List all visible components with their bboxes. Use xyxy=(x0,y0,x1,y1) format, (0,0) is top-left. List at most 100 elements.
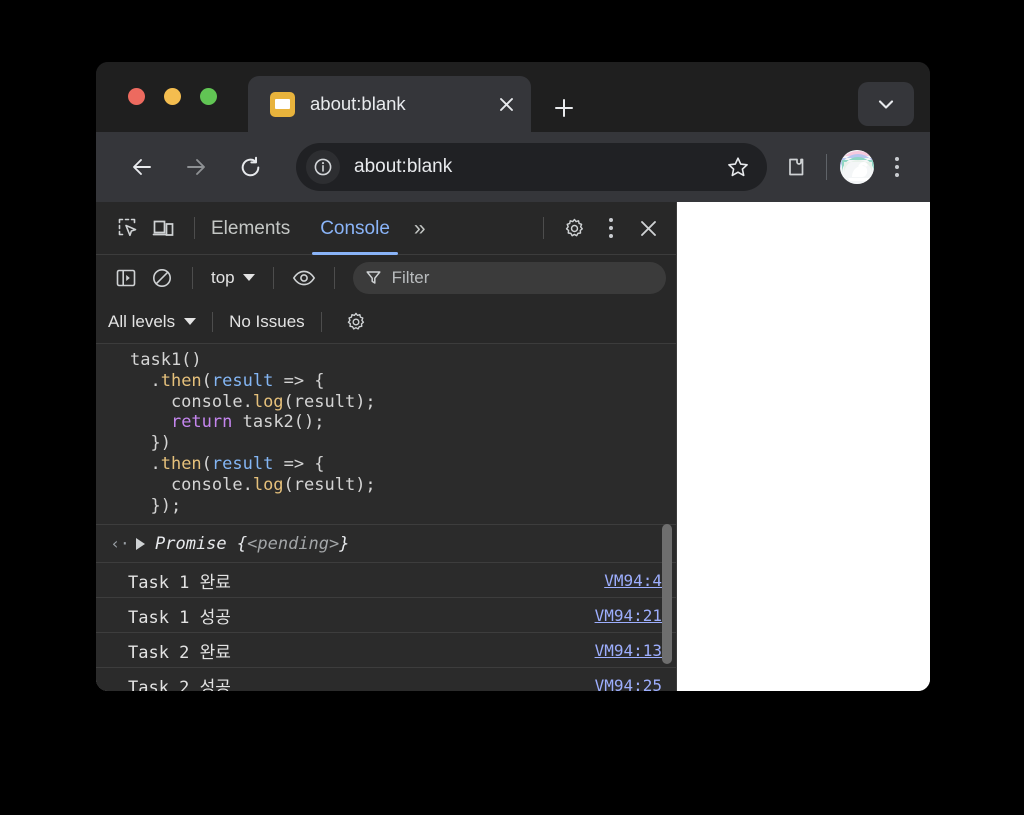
code-line: console.log(result); xyxy=(130,392,676,413)
console-result-row[interactable]: ‹· Promise {<pending>} xyxy=(96,524,676,562)
code-token: result xyxy=(211,370,274,391)
console-input-echo: task1() .then(result => { console.log(re… xyxy=(96,344,676,524)
tab-title: about:blank xyxy=(310,93,406,114)
console-toolbar: top Filter xyxy=(96,255,676,300)
console-filter-input[interactable]: Filter xyxy=(352,261,666,294)
result-state: <pending> xyxy=(247,533,340,554)
clear-console-icon xyxy=(153,268,171,287)
execution-context-label: top xyxy=(211,267,235,287)
devtools-panel: Elements Console » top Filter All levels… xyxy=(96,202,677,691)
site-info-button[interactable] xyxy=(306,150,340,184)
console-scroll-area: task1() .then(result => { console.log(re… xyxy=(96,344,676,691)
console-log-row[interactable]: Task 2 완료 VM94:13 xyxy=(96,632,676,667)
code-line: }); xyxy=(130,496,676,517)
code-token: => { xyxy=(273,453,325,474)
code-token: => { xyxy=(273,370,325,391)
console-log-row[interactable]: Task 1 성공 VM94:21 xyxy=(96,597,676,632)
new-tab-button[interactable] xyxy=(546,90,582,126)
close-icon xyxy=(640,220,656,236)
close-tab-button[interactable] xyxy=(489,87,523,121)
back-button[interactable] xyxy=(120,145,164,189)
console-toolbar-divider xyxy=(272,266,274,289)
console-settings-button[interactable] xyxy=(338,304,374,340)
expand-triangle-icon[interactable] xyxy=(136,537,145,550)
address-bar[interactable]: about:blank xyxy=(296,143,767,191)
inspect-element-icon xyxy=(118,218,137,237)
device-toolbar-icon xyxy=(152,220,174,236)
tab-strip: about:blank xyxy=(96,62,930,132)
level-bar-divider xyxy=(320,311,322,332)
devtools-overflow-button[interactable]: » xyxy=(414,218,426,239)
code-token: }); xyxy=(130,495,182,516)
log-source-link[interactable]: VM94:25 xyxy=(595,676,662,691)
devtools-settings-button[interactable] xyxy=(556,210,592,246)
kebab-dot xyxy=(895,157,899,161)
browser-tab[interactable]: about:blank xyxy=(248,76,531,132)
console-sidebar-button[interactable] xyxy=(108,260,144,296)
log-message: Task 1 완료 xyxy=(128,572,231,593)
console-toolbar-divider xyxy=(192,266,193,289)
code-token: ( xyxy=(201,370,212,391)
profile-avatar[interactable] xyxy=(840,150,874,184)
close-window-button[interactable] xyxy=(128,88,145,105)
return-value-arrow-icon: ‹· xyxy=(110,534,130,554)
code-token: . xyxy=(130,453,161,474)
log-source-link[interactable]: VM94:21 xyxy=(595,606,662,625)
console-output[interactable]: task1() .then(result => { console.log(re… xyxy=(96,344,676,691)
console-toolbar-divider xyxy=(333,266,335,289)
address-bar-text: about:blank xyxy=(354,156,453,177)
back-arrow-icon xyxy=(133,159,151,175)
filter-placeholder-text: Filter xyxy=(391,267,430,287)
page-viewport[interactable] xyxy=(677,202,930,691)
kebab-dot xyxy=(895,165,899,169)
log-level-selector[interactable]: All levels xyxy=(108,312,197,332)
level-bar-divider xyxy=(212,311,214,332)
plus-icon xyxy=(555,99,573,117)
console-log-list: Task 1 완료 VM94:4 Task 1 성공 VM94:21 Task 2 완료… xyxy=(96,562,676,691)
window-controls xyxy=(128,88,217,105)
reload-button[interactable] xyxy=(228,145,272,189)
bookmark-button[interactable] xyxy=(723,152,753,182)
page-favicon-icon xyxy=(270,91,295,117)
console-log-row[interactable]: Task 1 완료 VM94:4 xyxy=(96,562,676,597)
browser-menu-button[interactable] xyxy=(878,146,916,188)
filter-funnel-icon xyxy=(366,271,381,284)
execution-context-selector[interactable]: top xyxy=(205,268,261,288)
close-devtools-button[interactable] xyxy=(630,210,666,246)
extensions-button[interactable] xyxy=(775,146,817,188)
kebab-dot xyxy=(609,218,613,222)
forward-arrow-icon xyxy=(187,159,205,175)
code-token: (result); xyxy=(283,474,376,495)
code-token: console. xyxy=(130,391,253,412)
result-value: Promise {<pending>} xyxy=(155,534,350,554)
maximize-window-button[interactable] xyxy=(200,88,217,105)
minimize-window-button[interactable] xyxy=(164,88,181,105)
tab-elements[interactable]: Elements xyxy=(207,202,294,255)
console-scrollbar[interactable] xyxy=(661,344,673,691)
log-source-link[interactable]: VM94:4 xyxy=(604,571,662,590)
code-token: return xyxy=(170,412,233,433)
live-expression-eye-icon xyxy=(292,270,315,285)
code-line: return task2(); xyxy=(130,412,676,433)
result-type: Promise xyxy=(155,533,237,554)
tab-console[interactable]: Console xyxy=(312,202,398,255)
clear-console-button[interactable] xyxy=(144,260,180,296)
code-token: log xyxy=(252,474,284,495)
log-source-link[interactable]: VM94:13 xyxy=(595,641,662,660)
devtools-divider xyxy=(194,217,195,239)
chevron-down-icon xyxy=(878,100,894,109)
forward-button[interactable] xyxy=(174,145,218,189)
console-log-row[interactable]: Task 2 성공 VM94:25 xyxy=(96,667,676,691)
issues-counter[interactable]: No Issues xyxy=(229,312,305,332)
console-scrollbar-thumb[interactable] xyxy=(662,524,672,664)
code-line: }) xyxy=(130,433,676,454)
live-expression-button[interactable] xyxy=(286,260,322,296)
inspect-element-button[interactable] xyxy=(110,210,146,246)
result-brace-open: { xyxy=(236,533,248,554)
devtools-menu-button[interactable] xyxy=(592,207,630,249)
code-token: log xyxy=(252,391,284,412)
device-toolbar-button[interactable] xyxy=(146,210,182,246)
tab-search-button[interactable] xyxy=(858,82,914,126)
log-message: Task 2 완료 xyxy=(128,642,231,663)
